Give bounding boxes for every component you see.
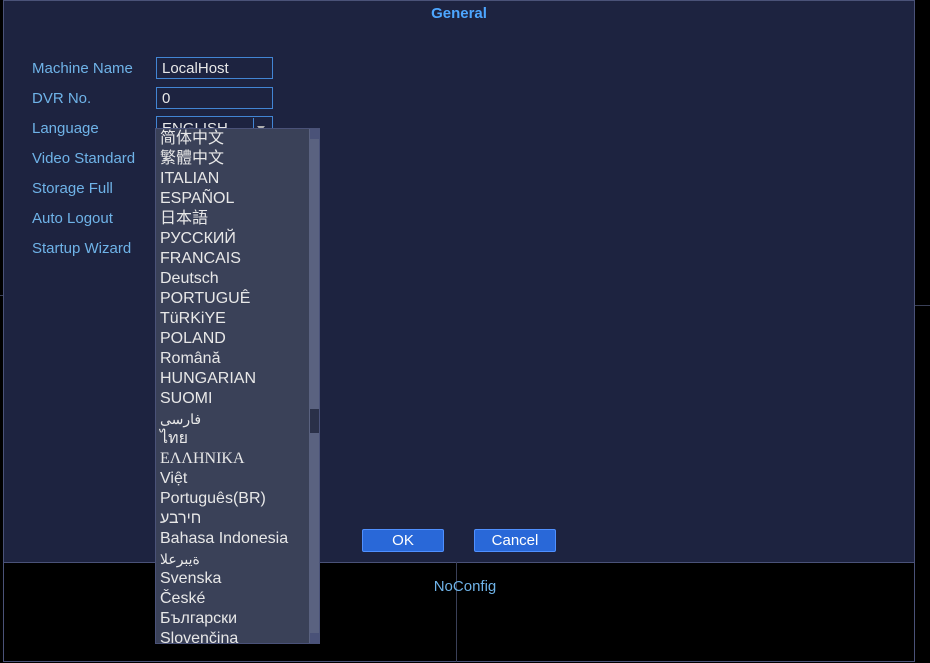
cancel-button[interactable]: Cancel (474, 529, 556, 552)
dropdown-scrollbar[interactable] (309, 129, 319, 643)
language-option[interactable]: ESPAÑOL (156, 189, 309, 209)
language-dropdown: 简体中文 繁體中文 ITALIAN ESPAÑOL 日本語 РУССКИЙ FR… (155, 128, 320, 644)
dvr-no-row: DVR No. (32, 86, 914, 110)
scrollbar-thumb[interactable] (310, 433, 319, 633)
language-option[interactable]: فارسی (156, 409, 309, 429)
video-standard-label: Video Standard (32, 150, 156, 167)
language-option[interactable]: TüRKiYE (156, 309, 309, 329)
noconfig-label: NoConfig (434, 578, 497, 595)
language-option[interactable]: PORTUGUÊ (156, 289, 309, 309)
machine-name-row: Machine Name (32, 56, 914, 80)
dvr-no-input[interactable] (156, 87, 273, 109)
language-option[interactable]: SUOMI (156, 389, 309, 409)
panel-title: General (4, 1, 914, 26)
language-option[interactable]: ΕΛΛΗΝΙΚΑ (156, 449, 309, 469)
language-dropdown-items: 简体中文 繁體中文 ITALIAN ESPAÑOL 日本語 РУССКИЙ FR… (156, 129, 309, 643)
language-option[interactable]: České (156, 589, 309, 609)
language-option[interactable]: 日本語 (156, 209, 309, 229)
language-option[interactable]: HUNGARIAN (156, 369, 309, 389)
machine-name-input[interactable] (156, 57, 273, 79)
language-option[interactable]: Slovenčina (156, 629, 309, 643)
language-option[interactable]: Deutsch (156, 269, 309, 289)
bottom-grid-panel (3, 562, 915, 662)
language-option[interactable]: FRANCAIS (156, 249, 309, 269)
language-option[interactable]: ةيبرعلا (156, 549, 309, 569)
language-option[interactable]: Bahasa Indonesia (156, 529, 309, 549)
dialog-buttons: OK Cancel (4, 529, 914, 552)
grid-line (0, 295, 3, 296)
language-option[interactable]: Svenska (156, 569, 309, 589)
dvr-no-label: DVR No. (32, 90, 156, 107)
language-option[interactable]: 简体中文 (156, 129, 309, 149)
language-option[interactable]: 繁體中文 (156, 149, 309, 169)
language-option[interactable]: ITALIAN (156, 169, 309, 189)
language-option[interactable]: Български (156, 609, 309, 629)
general-settings-panel: General Machine Name DVR No. Language EN… (3, 0, 915, 563)
language-option[interactable]: РУССКИЙ (156, 229, 309, 249)
language-option[interactable]: Română (156, 349, 309, 369)
startup-wizard-label: Startup Wizard (32, 240, 156, 257)
scrollbar-thumb[interactable] (310, 139, 319, 409)
auto-logout-label: Auto Logout (32, 210, 156, 227)
language-option[interactable]: ไทย (156, 429, 309, 449)
storage-full-label: Storage Full (32, 180, 156, 197)
grid-line (915, 305, 930, 306)
ok-button[interactable]: OK (362, 529, 444, 552)
machine-name-label: Machine Name (32, 60, 156, 77)
form-content: Machine Name DVR No. Language ENGLISH Vi… (4, 26, 914, 260)
language-option[interactable]: Português(BR) (156, 489, 309, 509)
language-option[interactable]: POLAND (156, 329, 309, 349)
grid-divider (456, 562, 457, 662)
language-option[interactable]: Việt (156, 469, 309, 489)
language-label: Language (32, 120, 156, 137)
language-option[interactable]: חירבע (156, 509, 309, 529)
